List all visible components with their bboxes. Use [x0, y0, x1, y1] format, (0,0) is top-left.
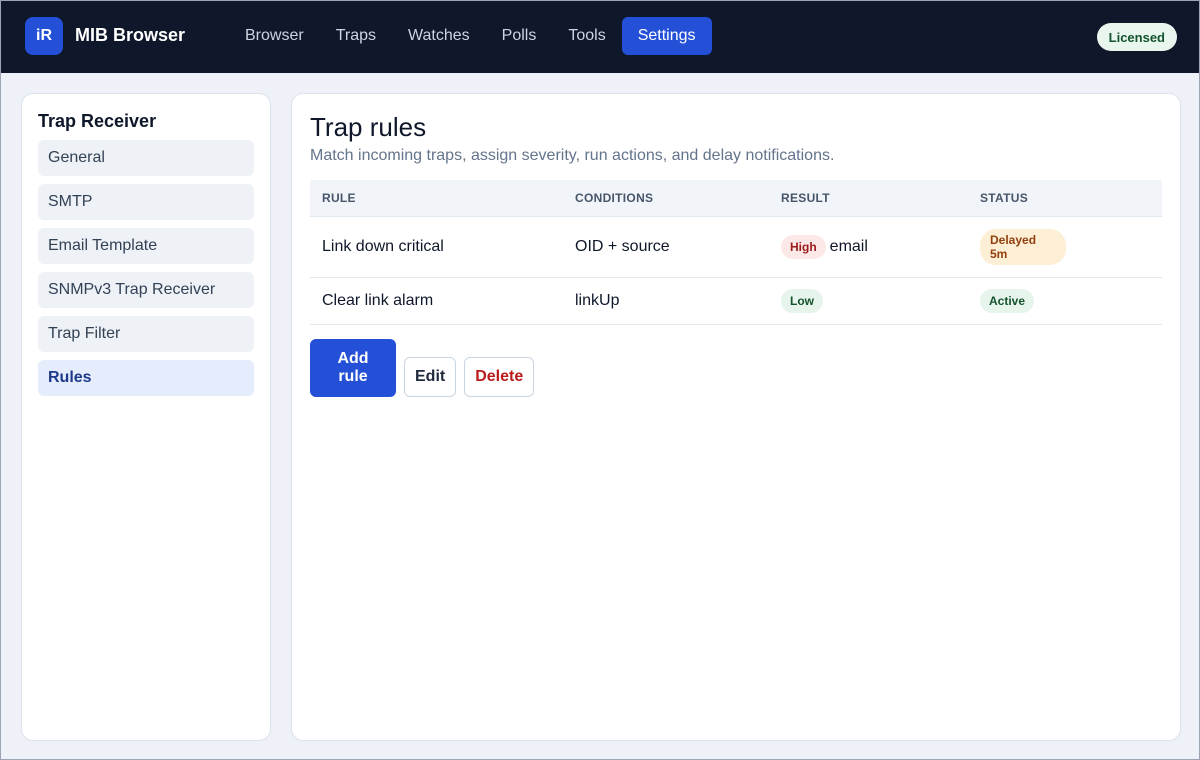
nav-item-settings[interactable]: Settings: [621, 17, 712, 55]
sidebar-item-email-template[interactable]: Email Template: [38, 228, 254, 264]
sidebar-item-trap-filter[interactable]: Trap Filter: [38, 316, 254, 352]
rule-result: Low: [769, 277, 968, 325]
status-badge: Delayed 5m: [980, 228, 1066, 265]
severity-badge: Low: [781, 288, 823, 313]
rule-actions: Add rule Edit Delete: [310, 338, 1162, 397]
rule-result: High email: [769, 216, 968, 278]
column-header-conditions[interactable]: CONDITIONS: [563, 180, 769, 217]
top-bar: iR MIB Browser Browser Traps Watches Pol…: [1, 1, 1199, 73]
rule-conditions: OID + source: [563, 216, 769, 278]
sidebar-item-smtp[interactable]: SMTP: [38, 184, 254, 220]
add-rule-button[interactable]: Add rule: [310, 338, 396, 397]
sidebar-item-snmpv3-trap-receiver[interactable]: SNMPv3 Trap Receiver: [38, 272, 254, 308]
main-panel: Trap rules Match incoming traps, assign …: [291, 93, 1181, 741]
rule-conditions: linkUp: [563, 277, 769, 325]
rule-name: Link down critical: [310, 216, 563, 278]
main-nav: Browser Traps Watches Polls Tools Settin…: [229, 17, 712, 55]
page-title: Trap rules: [310, 112, 427, 142]
sidebar-item-general[interactable]: General: [38, 140, 254, 176]
table-row[interactable]: Link down critical OID + source High emai…: [310, 216, 1162, 278]
column-header-result[interactable]: RESULT: [769, 180, 968, 217]
severity-badge: High: [781, 234, 826, 259]
app-title: MIB Browser: [75, 25, 186, 45]
license-badge: Licensed: [1096, 23, 1177, 51]
column-header-status[interactable]: STATUS: [968, 180, 1162, 217]
table-row[interactable]: Clear link alarm linkUp Low Active: [310, 277, 1162, 325]
rules-table: RULE CONDITIONS RESULT STATUS Link down …: [310, 180, 1162, 325]
page-subtitle: Match incoming traps, assign severity, r…: [310, 147, 835, 164]
settings-sidebar: Trap Receiver General SMTP Email Templat…: [21, 93, 271, 741]
app-logo: iR: [25, 17, 63, 55]
rule-status: Delayed 5m: [968, 216, 1162, 278]
delete-rule-button[interactable]: Delete: [464, 356, 535, 397]
rule-status: Active: [968, 277, 1162, 325]
sidebar-item-rules[interactable]: Rules: [38, 360, 254, 396]
nav-item-tools[interactable]: Tools: [552, 17, 621, 55]
table-header-row: RULE CONDITIONS RESULT STATUS: [310, 180, 1162, 217]
column-header-rule[interactable]: RULE: [310, 180, 563, 217]
edit-rule-button[interactable]: Edit: [404, 356, 457, 397]
nav-item-polls[interactable]: Polls: [486, 17, 553, 55]
result-action: email: [829, 237, 868, 255]
status-badge: Active: [980, 288, 1035, 313]
nav-item-traps[interactable]: Traps: [320, 17, 392, 55]
sidebar-title: Trap Receiver: [38, 111, 157, 131]
nav-item-watches[interactable]: Watches: [392, 17, 486, 55]
rule-name: Clear link alarm: [310, 277, 563, 325]
nav-item-browser[interactable]: Browser: [229, 17, 320, 55]
